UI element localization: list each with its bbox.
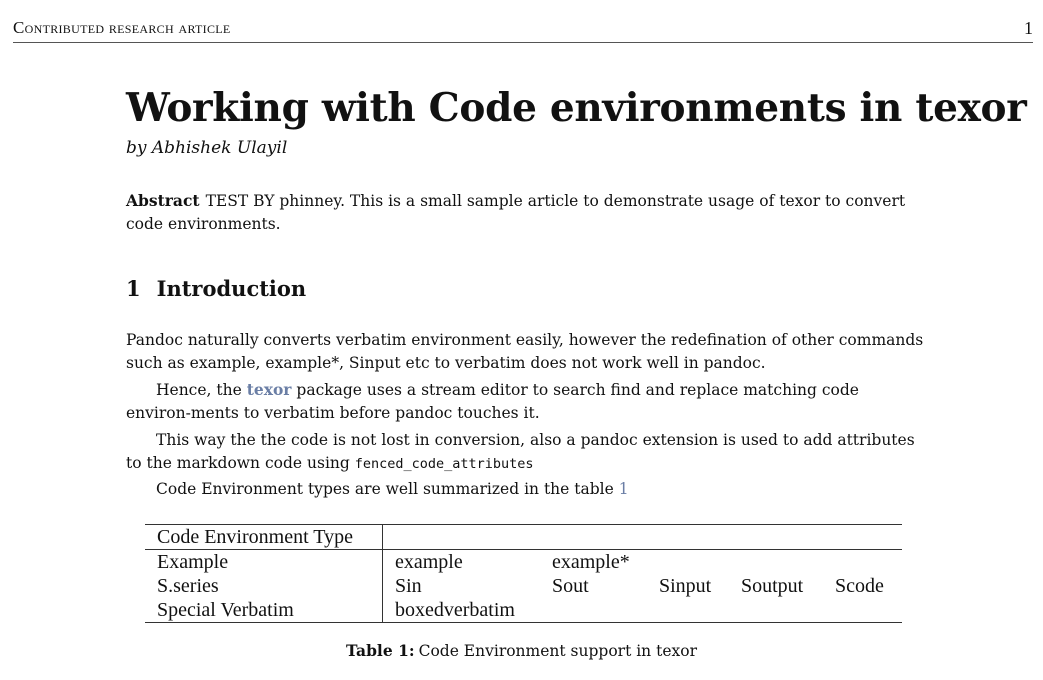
table-header-cell bbox=[729, 524, 823, 550]
table-header-row: Code Environment Type bbox=[145, 524, 902, 550]
paragraph-1: Pandoc naturally converts verbatim envir… bbox=[126, 331, 924, 372]
table-header-cell bbox=[540, 524, 647, 550]
section-number: 1 bbox=[126, 276, 141, 301]
caption-text: Code Environment support in texor bbox=[418, 642, 697, 660]
author-line: by Abhishek Ulayil bbox=[126, 138, 288, 158]
table-cell bbox=[823, 550, 902, 575]
table-row: Special Verbatim boxedverbatim bbox=[145, 598, 902, 623]
table-cell: Sinput bbox=[659, 575, 712, 597]
inline-code: fenced_code_attributes bbox=[354, 455, 534, 472]
texor-package-link[interactable]: texor bbox=[247, 380, 292, 399]
table-cell: Soutput bbox=[741, 575, 804, 597]
table-cell: Sin bbox=[395, 575, 422, 597]
table-header-cell bbox=[382, 524, 540, 550]
page-number: 1 bbox=[1024, 18, 1033, 38]
paragraph-4: Code Environment types are well summariz… bbox=[126, 478, 926, 501]
table-cell: Sout bbox=[552, 575, 589, 597]
table-row: Example example example* bbox=[145, 549, 902, 575]
table-cell: example bbox=[395, 551, 463, 573]
table-cell bbox=[823, 598, 902, 623]
abstract: Abstract TEST BY phinney. This is a small… bbox=[126, 190, 926, 235]
table-row: S.series Sin Sout Sinput Soutput Scode bbox=[145, 574, 902, 598]
table-cell: S.series bbox=[145, 574, 383, 598]
paragraph-3: This way the the code is not lost in con… bbox=[126, 429, 926, 475]
table-cell: Scode bbox=[835, 575, 884, 597]
paragraph-2: Hence, the texor package uses a stream e… bbox=[126, 379, 926, 424]
table-cell bbox=[729, 598, 823, 623]
article-title: Working with Code environments in texor bbox=[126, 85, 1027, 131]
table-cell bbox=[540, 598, 647, 623]
table-cell bbox=[647, 550, 729, 575]
table-header-cell bbox=[823, 524, 902, 550]
table-caption: Table 1: Code Environment support in texo… bbox=[0, 641, 1043, 660]
running-head: Contributed research article 1 bbox=[13, 18, 1033, 43]
table-cell: Special Verbatim bbox=[145, 598, 383, 623]
table-header-cell bbox=[647, 524, 729, 550]
table-cell bbox=[647, 598, 729, 623]
section-title: Introduction bbox=[156, 276, 307, 301]
table-cell bbox=[729, 550, 823, 575]
table-cell: Example bbox=[145, 549, 383, 574]
table-cell: example* bbox=[552, 551, 630, 573]
table-cell: boxedverbatim bbox=[382, 598, 540, 623]
abstract-label: Abstract bbox=[126, 191, 200, 210]
table-reference-link[interactable]: 1 bbox=[619, 480, 629, 498]
code-environment-table: Code Environment Type Example example ex… bbox=[145, 524, 902, 623]
paragraph-4-text: Code Environment types are well summariz… bbox=[156, 480, 619, 498]
running-head-title: Contributed research article bbox=[13, 18, 231, 37]
paragraph-2-lead: Hence, the bbox=[156, 381, 247, 399]
abstract-text: TEST BY phinney. This is a small sample … bbox=[126, 192, 906, 233]
table-header-cell: Code Environment Type bbox=[145, 524, 383, 550]
caption-label: Table 1: bbox=[346, 641, 415, 660]
section-heading: 1 Introduction bbox=[126, 276, 306, 301]
